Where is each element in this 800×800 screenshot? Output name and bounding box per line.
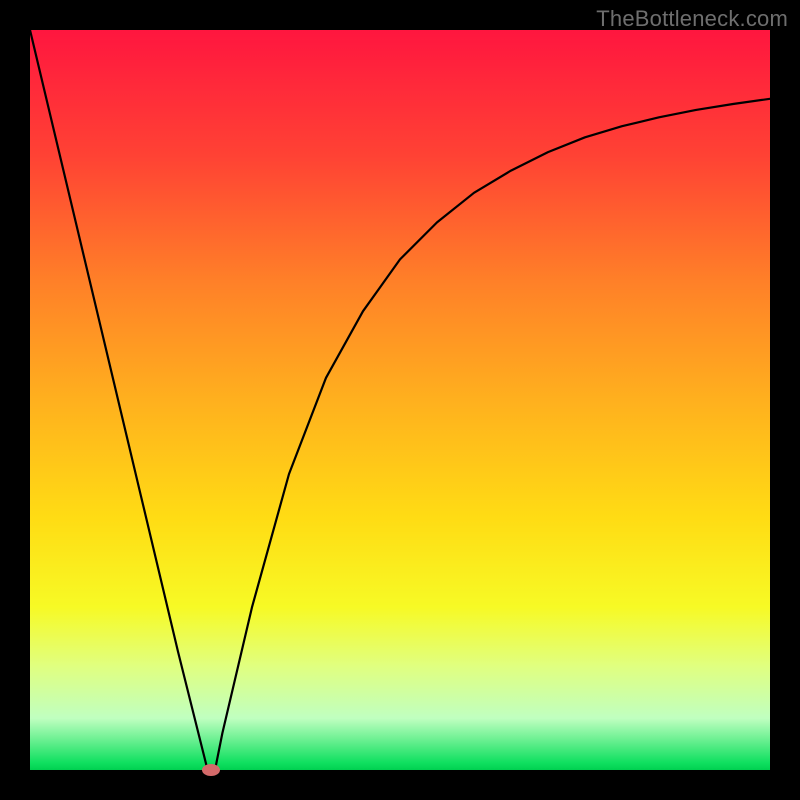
chart-frame: TheBottleneck.com — [0, 0, 800, 800]
watermark-text: TheBottleneck.com — [596, 6, 788, 32]
bottleneck-curve — [30, 30, 770, 770]
optimum-marker — [202, 764, 220, 776]
curve-path — [30, 30, 770, 770]
plot-area — [30, 30, 770, 770]
